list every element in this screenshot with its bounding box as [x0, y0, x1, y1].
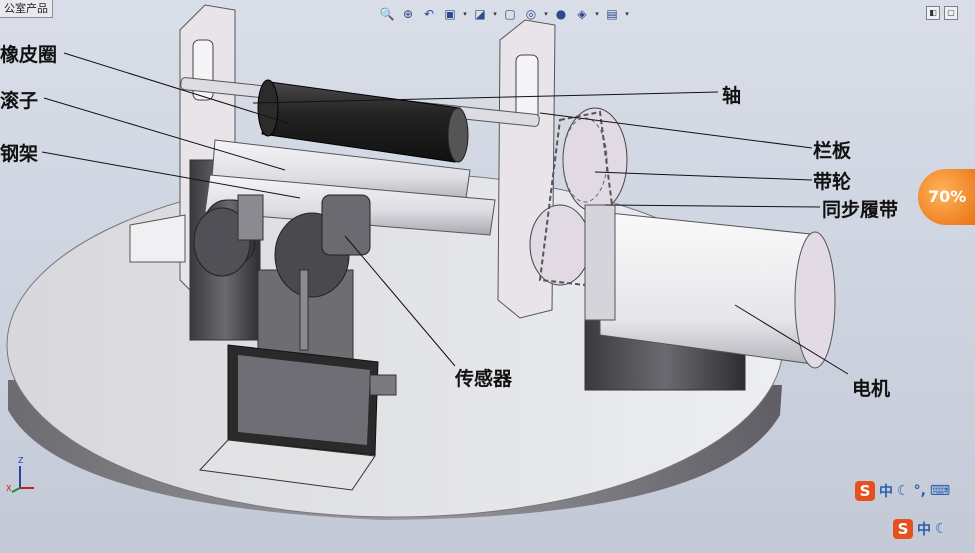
previous-view-icon[interactable]: ↶	[420, 5, 438, 23]
ime-mode[interactable]: 中	[917, 519, 931, 539]
restore-icon[interactable]: ◧	[926, 6, 940, 20]
coordinate-triad: Z X	[6, 456, 36, 496]
moon-icon[interactable]: ☾	[935, 521, 948, 537]
ime-mode[interactable]: 中	[879, 481, 893, 501]
assembly-model	[6, 4, 849, 520]
label-pulley: 带轮	[813, 171, 852, 193]
motor-end	[794, 231, 836, 369]
dropdown-arrow-icon[interactable]: ▾	[594, 10, 600, 18]
label-baffle: 栏板	[813, 140, 852, 162]
view-orientation-icon[interactable]: ◪	[471, 5, 489, 23]
label-steel-frame: 钢架	[0, 143, 39, 165]
view-settings-icon[interactable]: ▤	[603, 5, 621, 23]
heads-up-toolbar: 🔍 ⊕ ↶ ▣ ▾ ◪ ▾ ▢ ◎ ▾ ● ◈ ▾ ▤ ▾	[378, 4, 630, 24]
cad-viewport[interactable]: 公室产品 🔍 ⊕ ↶ ▣ ▾ ◪ ▾ ▢ ◎ ▾ ● ◈ ▾ ▤ ▾ ◧ ▢ 橡皮圈 滚子 钢架 轴 栏板 …	[0, 0, 975, 553]
label-roller: 滚子	[0, 90, 39, 112]
pulley-lower	[529, 204, 591, 286]
zoom-to-fit-icon[interactable]: 🔍	[378, 5, 396, 23]
axis-x-label: X	[6, 484, 12, 493]
hide-show-icon[interactable]: ◎	[522, 5, 540, 23]
dropdown-arrow-icon[interactable]: ▾	[462, 10, 468, 18]
scene-icon[interactable]: ◈	[573, 5, 591, 23]
section-view-icon[interactable]: ▣	[441, 5, 459, 23]
sogou-logo-icon[interactable]: S	[855, 481, 875, 501]
label-rubber-ring: 橡皮圈	[0, 44, 58, 66]
zoom-area-icon[interactable]: ⊕	[399, 5, 417, 23]
appearance-icon[interactable]: ●	[552, 5, 570, 23]
keyboard-icon[interactable]: ⌨	[930, 483, 950, 499]
label-motor: 电机	[852, 378, 891, 400]
document-tab[interactable]: 公室产品	[0, 0, 53, 18]
progress-badge[interactable]: 70%	[918, 169, 975, 225]
dropdown-arrow-icon[interactable]: ▾	[543, 10, 549, 18]
label-sensor: 传感器	[455, 368, 513, 390]
display-style-icon[interactable]: ▢	[501, 5, 519, 23]
punctuation-icon[interactable]: °,	[914, 483, 926, 499]
label-timing-belt: 同步履带	[822, 199, 899, 221]
dropdown-arrow-icon[interactable]: ▾	[492, 10, 498, 18]
axis-z-label: Z	[18, 456, 24, 465]
moon-icon[interactable]: ☾	[897, 483, 910, 499]
ime-toolbar-2[interactable]: S 中 ☾	[893, 519, 948, 539]
window-controls: ◧ ▢	[926, 6, 958, 20]
dropdown-arrow-icon[interactable]: ▾	[624, 10, 630, 18]
sogou-logo-icon[interactable]: S	[893, 519, 913, 539]
pulley-upper	[562, 107, 628, 213]
maximize-icon[interactable]: ▢	[944, 6, 958, 20]
ime-toolbar[interactable]: S 中 ☾ °, ⌨	[855, 481, 950, 501]
label-shaft: 轴	[722, 85, 742, 107]
